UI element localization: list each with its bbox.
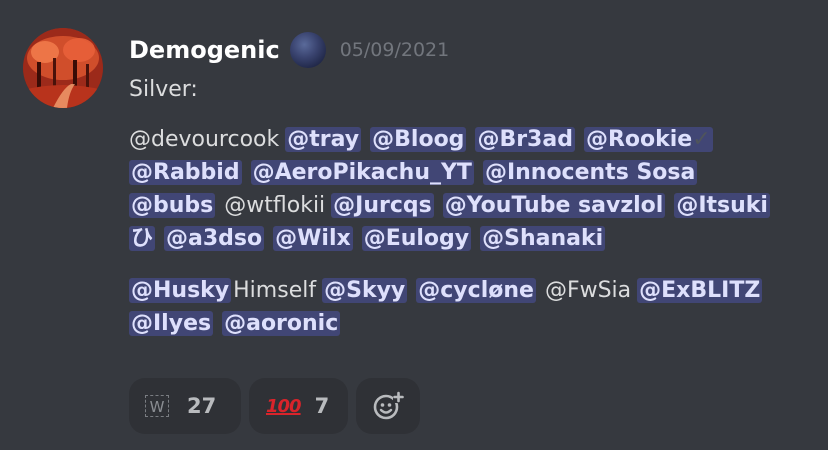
- user-mention[interactable]: @cycløne: [416, 278, 536, 303]
- user-mention[interactable]: @aoronic: [222, 311, 341, 336]
- message-line: ひ @a3dso @Wilx @Eulogy @Shanaki: [129, 222, 819, 255]
- w-keycap-icon: W: [145, 395, 169, 417]
- checkmark-icon: ✓: [692, 127, 711, 152]
- user-mention[interactable]: @Itsuki: [674, 193, 770, 218]
- user-avatar[interactable]: [23, 28, 103, 108]
- reaction-count: 7: [314, 394, 330, 418]
- message-line: @devourcook @tray @Bloog @Br3ad @Rookie✓: [129, 123, 819, 156]
- user-mention[interactable]: @Shanaki: [480, 226, 606, 251]
- user-mention[interactable]: @tray: [285, 127, 362, 152]
- user-mention[interactable]: @Br3ad: [475, 127, 575, 152]
- user-mention[interactable]: @Rabbid: [129, 160, 242, 185]
- user-mention[interactable]: @Innocents Sosa: [482, 160, 698, 185]
- role-heading: Silver:: [129, 77, 198, 102]
- user-mention[interactable]: @Ilyes: [129, 311, 214, 336]
- message-header: Demogenic 05/09/2021: [129, 30, 449, 70]
- user-mention[interactable]: @Skyy: [322, 278, 408, 303]
- message-line: Silver:: [129, 73, 819, 106]
- user-mention[interactable]: @Rookie✓: [583, 127, 713, 152]
- user-mention[interactable]: @Bloog: [370, 127, 467, 152]
- message-timestamp: 05/09/2021: [339, 39, 450, 61]
- plain-mention-text: @wtflokii: [224, 193, 326, 218]
- user-mention[interactable]: @Wilx: [273, 226, 353, 251]
- user-mention[interactable]: @Eulogy: [361, 226, 472, 251]
- reaction-100[interactable]: 100 7: [249, 378, 348, 434]
- user-mention[interactable]: @a3dso: [164, 226, 265, 251]
- user-mention[interactable]: ひ: [129, 226, 156, 251]
- user-mention[interactable]: @ExBLITZ: [637, 278, 763, 303]
- message-content: Silver: @devourcook @tray @Bloog @Br3ad @…: [129, 73, 819, 340]
- add-reaction-icon: [373, 391, 404, 420]
- plain-text: Himself: [233, 278, 317, 303]
- user-mention-label: @Rookie: [585, 127, 693, 152]
- chat-message: Demogenic 05/09/2021 Silver: @devourcook…: [0, 0, 828, 450]
- message-line: @Husky Himself @Skyy @cycløne @FwSia @ExBLI…: [129, 274, 819, 307]
- message-line: @bubs @wtflokii @Jurcqs @YouTube savzlol …: [129, 189, 819, 222]
- plain-mention-text: @FwSia: [544, 278, 632, 303]
- username[interactable]: Demogenic: [129, 36, 280, 64]
- message-line: @Ilyes @aoronic: [129, 307, 819, 340]
- reaction-w[interactable]: W 27: [129, 378, 241, 434]
- plain-mention-text: @devourcook: [129, 127, 280, 152]
- reaction-bar: W 27 100 7: [129, 378, 420, 434]
- user-mention[interactable]: @bubs: [129, 193, 216, 218]
- message-line: @Rabbid @AeroPikachu_YT @Innocents Sosa: [129, 156, 819, 189]
- hundred-points-icon: 100: [266, 395, 302, 417]
- reaction-count: 27: [187, 394, 217, 418]
- user-mention[interactable]: @YouTube savzlol: [442, 193, 666, 218]
- moon-badge-icon: [289, 32, 326, 68]
- user-mention[interactable]: @Jurcqs: [331, 193, 434, 218]
- user-mention[interactable]: @Husky: [129, 278, 232, 303]
- user-mention[interactable]: @AeroPikachu_YT: [250, 160, 474, 185]
- add-reaction-button[interactable]: [356, 378, 420, 434]
